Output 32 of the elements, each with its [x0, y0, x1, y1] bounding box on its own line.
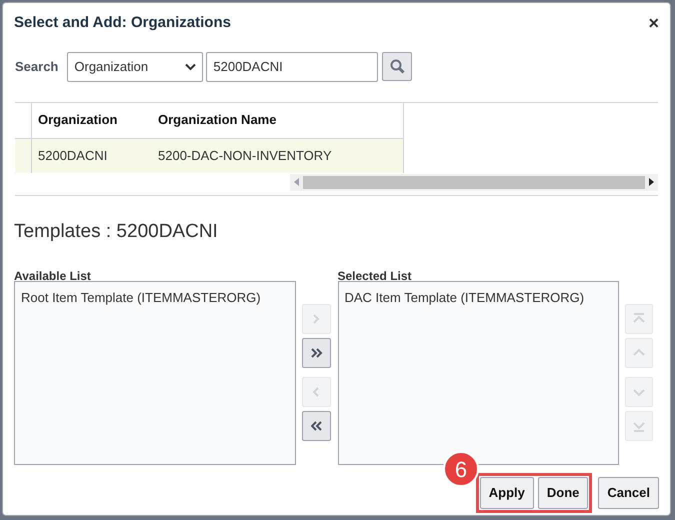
search-icon — [390, 59, 405, 74]
available-list-label: Available List — [14, 269, 92, 283]
horizontal-scrollbar[interactable] — [290, 174, 658, 190]
double-chevron-right-icon — [310, 347, 323, 359]
table-cell-text: 5200-DAC-NON-INVENTORY — [157, 146, 333, 165]
search-field[interactable]: 5200DACNI — [206, 52, 378, 82]
templates-heading: Templates : 5200DACNI — [13, 220, 219, 244]
move-to-bottom-icon — [633, 420, 646, 432]
list-option[interactable]: Root Item Template (ITEMMASTERORG) — [21, 288, 289, 308]
chevron-icon — [185, 62, 196, 70]
dialog-button[interactable]: Done — [538, 477, 588, 509]
dialog-button[interactable]: Apply — [480, 477, 534, 509]
close-button[interactable]: × — [648, 14, 659, 32]
available-list[interactable]: Root Item Template (ITEMMASTERORG) — [14, 281, 296, 465]
list-option[interactable]: DAC Item Template (ITEMMASTERORG) — [344, 288, 612, 308]
remove-all-button[interactable] — [302, 411, 332, 441]
column-header[interactable]: Organization Name — [152, 110, 398, 130]
search-by-dropdown[interactable]: Organization — [67, 52, 204, 82]
dialog-title: Select and Add: Organizations — [14, 13, 231, 33]
scrollbar-thumb[interactable] — [303, 176, 645, 188]
double-chevron-left-icon — [310, 420, 323, 432]
move-all-button[interactable] — [302, 338, 332, 368]
dialog-button[interactable]: Cancel — [598, 477, 659, 509]
scroll-left-icon — [294, 178, 299, 186]
scroll-right-icon — [649, 178, 654, 186]
search-label: Search — [15, 58, 58, 76]
table-row[interactable]: 5200DACNI 5200-DAC-NON-INVENTORY — [15, 138, 403, 172]
column-header[interactable]: Organization — [32, 110, 152, 130]
move-to-top-icon — [633, 313, 646, 325]
search-button[interactable] — [382, 52, 412, 81]
selected-list-label: Selected List — [338, 269, 413, 283]
table-cell-text: 5200DACNI — [37, 146, 108, 165]
